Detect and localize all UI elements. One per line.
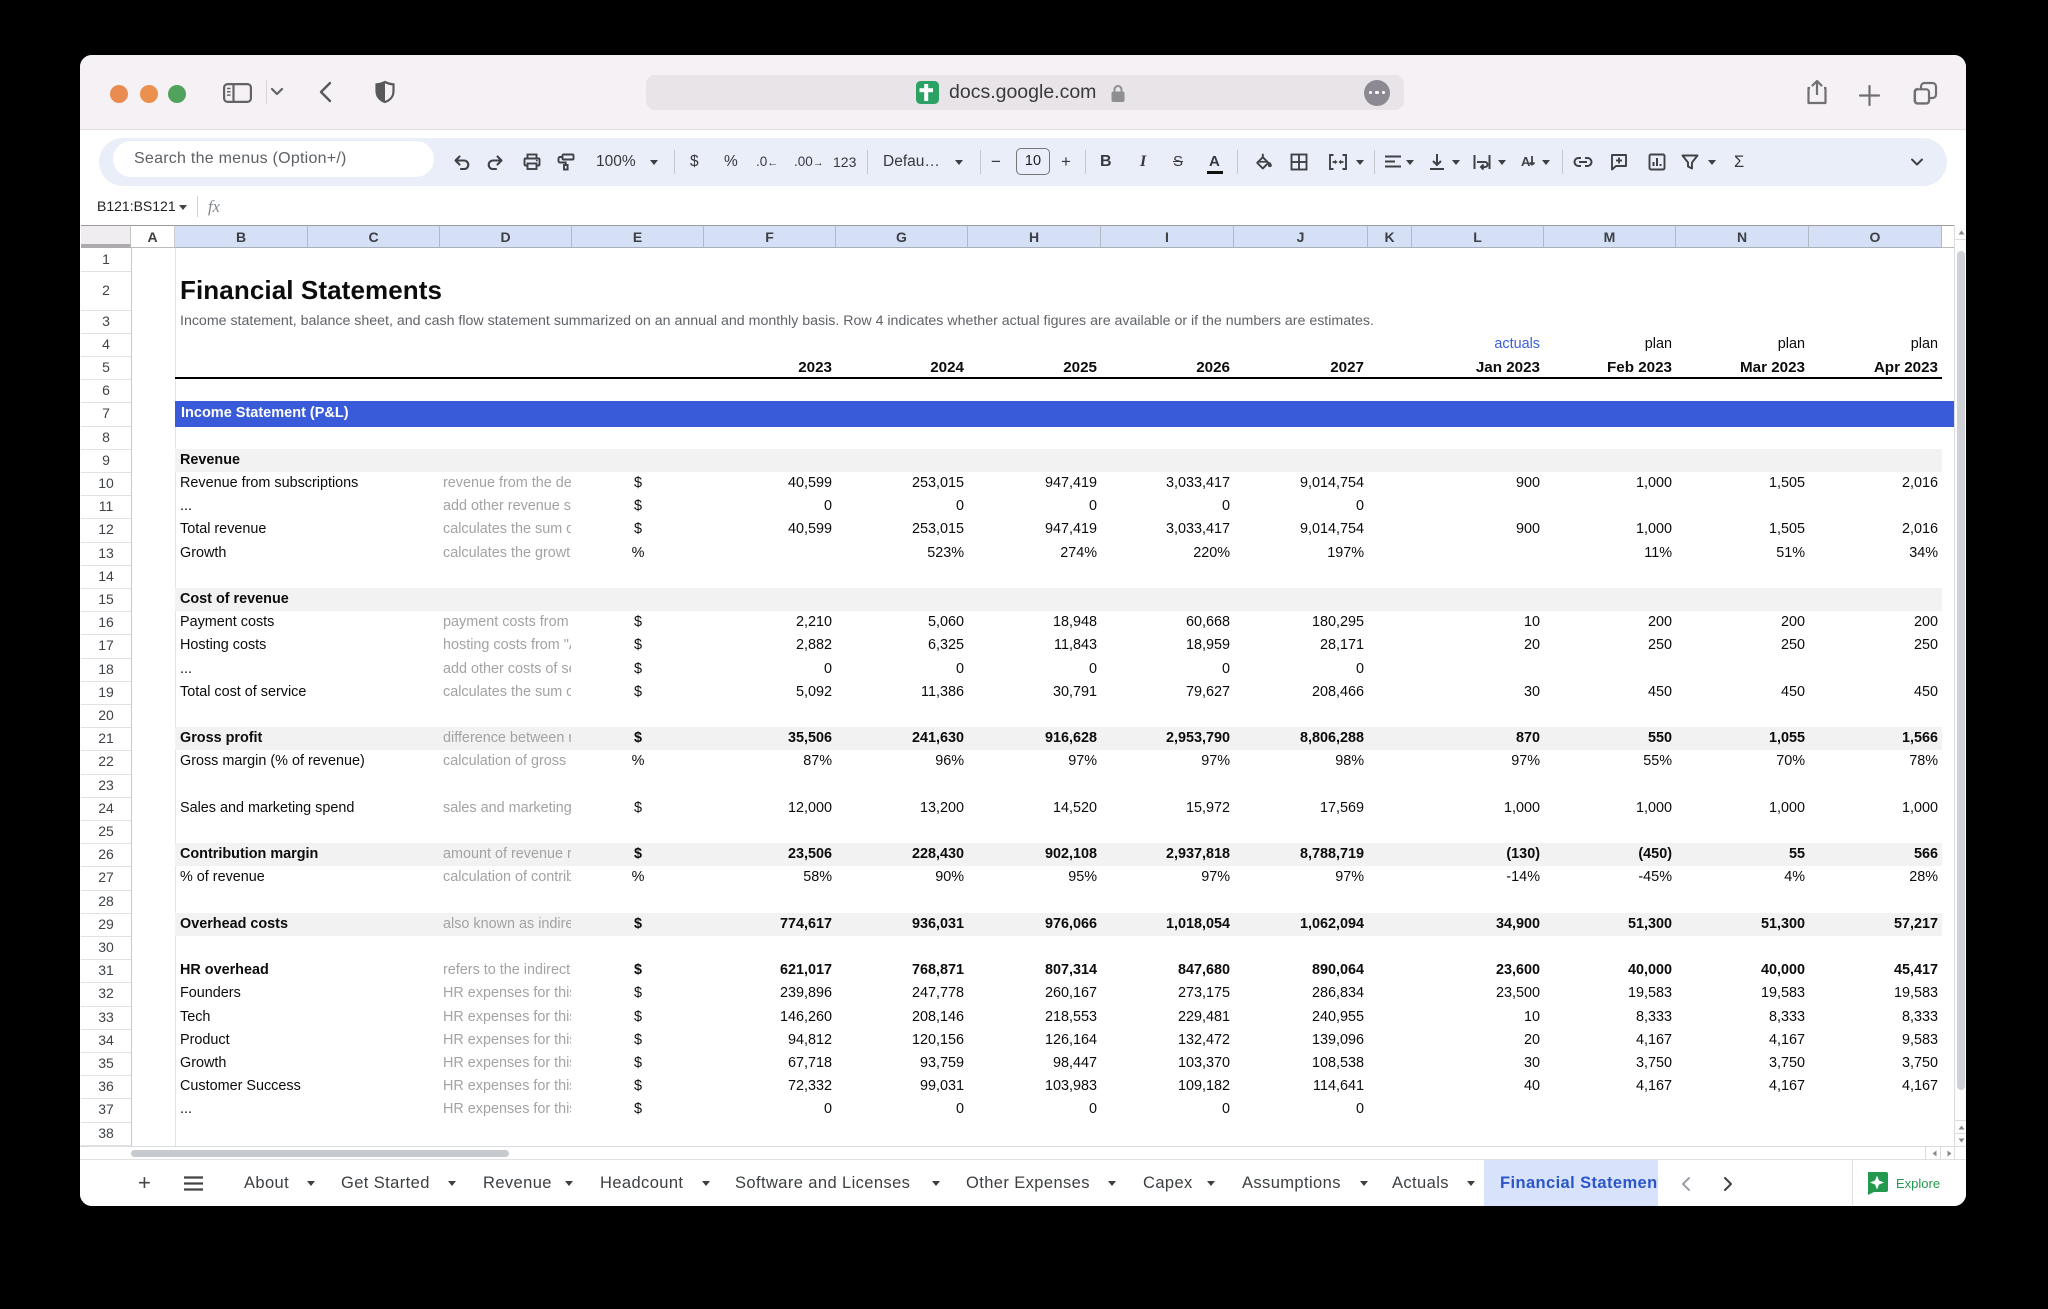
svg-text:A: A	[1521, 154, 1531, 169]
